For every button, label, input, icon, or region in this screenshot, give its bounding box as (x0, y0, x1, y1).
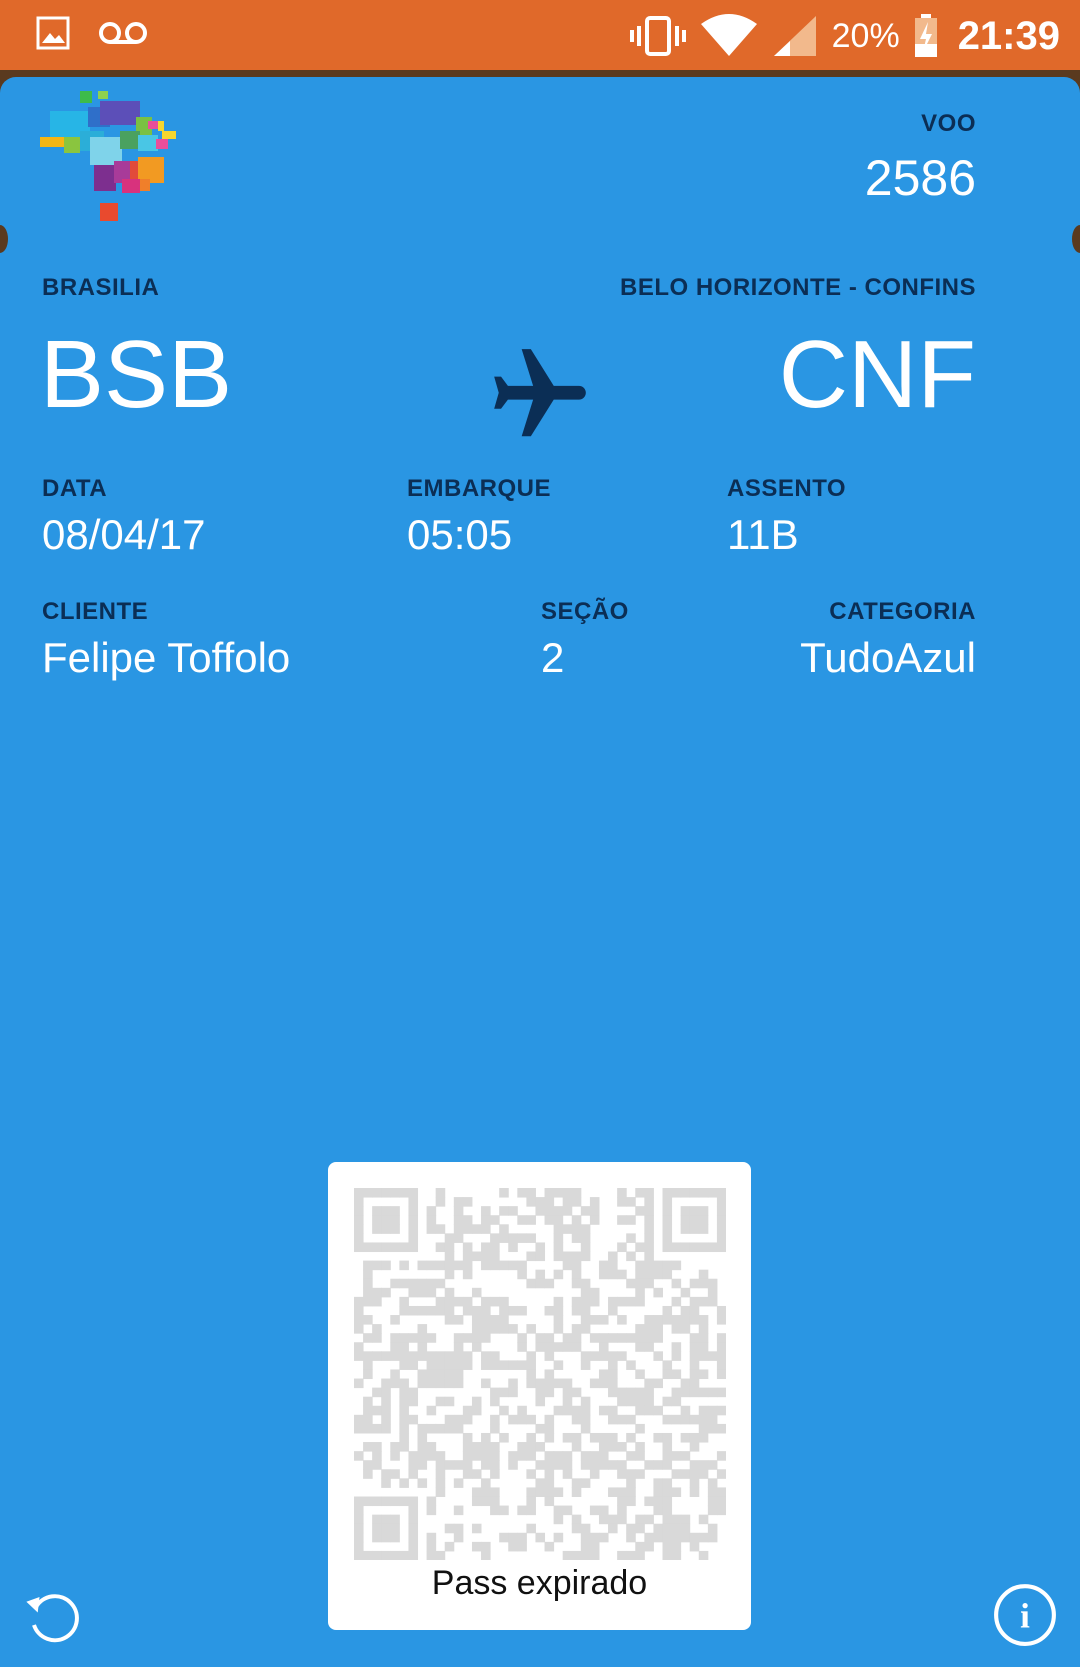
destination-city: BELO HORIZONTE - CONFINS (620, 274, 976, 301)
origin-city: BRASILIA (42, 274, 160, 301)
customer-value: Felipe Toffolo (42, 634, 291, 681)
origin-code: BSB (40, 321, 233, 428)
flight-number: 2586 (864, 150, 976, 206)
qr-code (354, 1188, 726, 1560)
airline-logo (40, 91, 176, 221)
card-notch-right (1072, 225, 1080, 253)
image-icon (36, 16, 70, 50)
category-label: CATEGORIA (829, 598, 976, 625)
status-bar: 20% 21:39 (0, 0, 1080, 70)
wifi-icon (700, 14, 757, 56)
boarding-label: EMBARQUE (407, 475, 552, 502)
battery-charging-icon (914, 14, 937, 57)
category-value: TudoAzul (800, 634, 976, 681)
card-notch-left (0, 225, 8, 253)
svg-text:i: i (1020, 1596, 1030, 1635)
boarding-pass-card: VOO 2586 BRASILIA BSB BELO HORIZONTE - C… (0, 77, 1080, 1667)
info-icon[interactable]: i (992, 1582, 1058, 1648)
date-value: 08/04/17 (42, 511, 206, 558)
clock: 21:39 (957, 13, 1060, 58)
voicemail-icon (99, 22, 147, 44)
pass-status-caption: Pass expirado (431, 1564, 648, 1602)
section-value: 2 (541, 634, 565, 681)
seat-value: 11B (727, 511, 799, 558)
refresh-icon[interactable] (22, 1585, 86, 1649)
seat-label: ASSENTO (727, 475, 847, 502)
flight-label: VOO (921, 110, 976, 137)
vibrate-icon (629, 16, 686, 56)
customer-label: CLIENTE (42, 598, 149, 625)
destination-code: CNF (778, 321, 976, 428)
battery-percent: 20% (831, 16, 900, 55)
barcode-card: Pass expirado (328, 1162, 751, 1630)
date-label: DATA (42, 475, 108, 502)
airplane-icon (494, 349, 586, 437)
signal-icon (773, 16, 816, 56)
boarding-value: 05:05 (407, 511, 513, 558)
section-label: SEÇÃO (541, 598, 629, 625)
